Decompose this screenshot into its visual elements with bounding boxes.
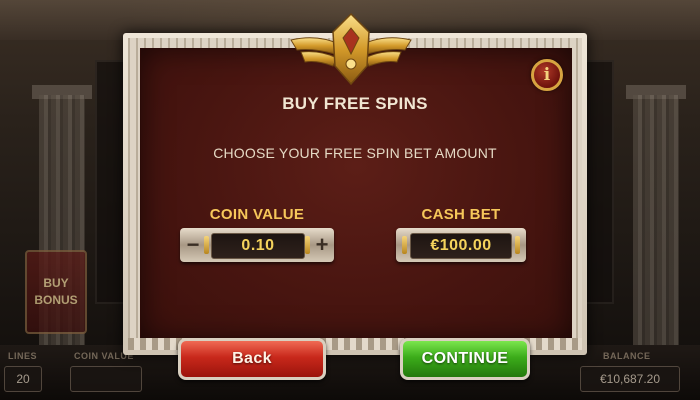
winged-emblem-icon — [290, 12, 412, 86]
lines-label: LINES — [8, 351, 38, 361]
cash-bet-left-cap — [402, 236, 407, 254]
buy-bonus-label-line1: BUY — [43, 276, 69, 290]
info-icon[interactable]: i — [531, 59, 563, 91]
coin-value-left-cap — [204, 236, 209, 254]
increase-glyph: + — [315, 232, 329, 257]
minus-icon[interactable]: − — [182, 233, 204, 257]
coin-value-label: COIN VALUE — [209, 206, 305, 223]
cash-bet-control: €100.00 — [396, 228, 526, 262]
decrease-glyph: − — [186, 232, 200, 257]
plus-icon[interactable]: + — [311, 233, 333, 257]
modal-subtitle: CHOOSE YOUR FREE SPIN BET AMOUNT — [213, 145, 497, 161]
continue-button-label: CONTINUE — [421, 350, 509, 367]
continue-button[interactable]: CONTINUE — [400, 338, 530, 380]
cash-bet-right-cap — [515, 236, 520, 254]
coin-value-right-cap — [305, 236, 310, 254]
coin-value-display: 0.10 — [211, 233, 305, 259]
cash-bet-display: €100.00 — [410, 233, 512, 259]
balance-value: €10,687.20 — [580, 366, 680, 392]
pillar-right — [633, 95, 679, 345]
coin-value-bar-box — [70, 366, 142, 392]
cash-bet-label: CASH BET — [421, 206, 501, 223]
lines-value: 20 — [4, 366, 42, 392]
modal-panel — [140, 48, 572, 342]
modal-title: BUY FREE SPINS — [282, 94, 428, 113]
buy-bonus-label-line2: BONUS — [34, 293, 78, 307]
coin-value-control: − 0.10 + — [180, 228, 334, 262]
back-button-label: Back — [232, 350, 272, 367]
balance-label: BALANCE — [603, 351, 651, 361]
back-button[interactable]: Back — [178, 338, 326, 380]
info-glyph: i — [543, 65, 551, 85]
buy-bonus-button[interactable]: BUY BONUS — [25, 250, 87, 334]
